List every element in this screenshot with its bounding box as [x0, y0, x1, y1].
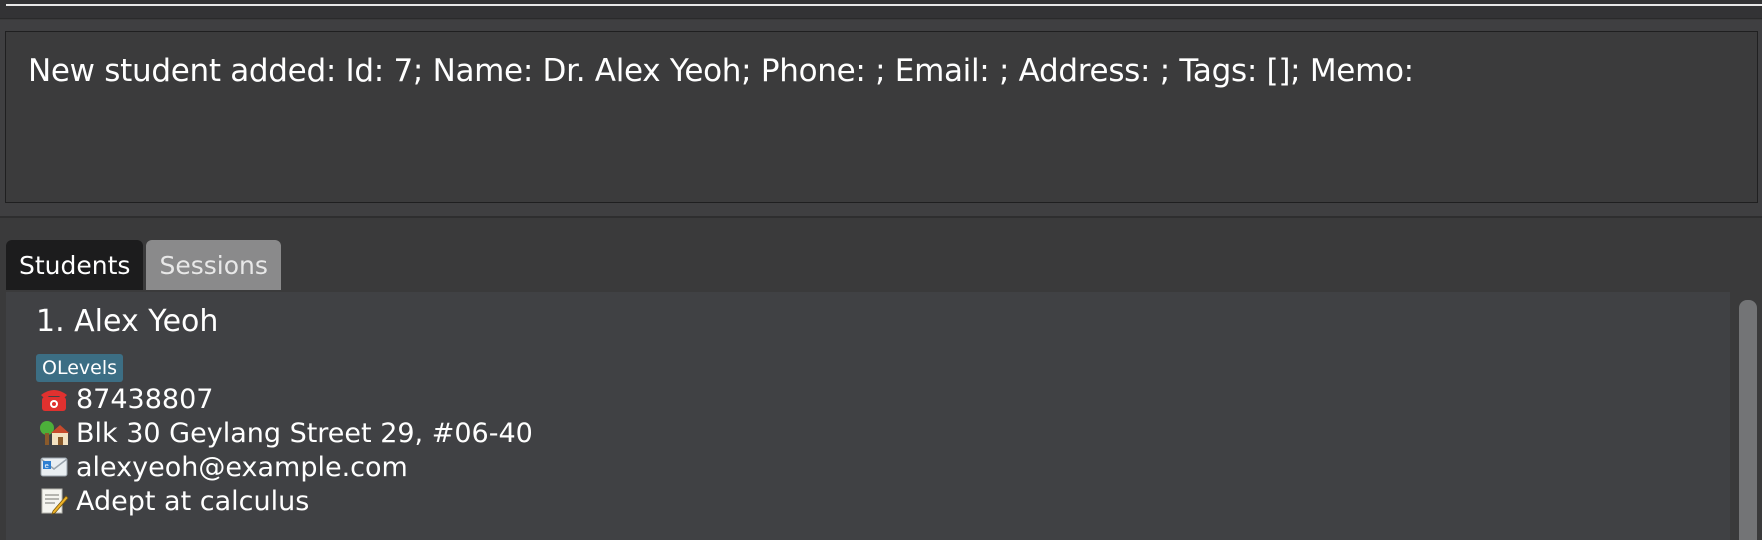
email-icon: e: [36, 452, 72, 482]
result-display[interactable]: New student added: Id: 7; Name: Dr. Alex…: [5, 31, 1758, 203]
app-window: New student added: Id: 7; Name: Dr. Alex…: [0, 0, 1762, 540]
result-display-panel: New student added: Id: 7; Name: Dr. Alex…: [0, 20, 1762, 216]
telephone-icon: [36, 384, 72, 414]
house-icon: [36, 418, 72, 448]
scrollbar-thumb[interactable]: [1739, 300, 1757, 540]
result-message: New student added: Id: 7; Name: Dr. Alex…: [28, 53, 1414, 89]
address-value: Blk 30 Geylang Street 29, #06-40: [76, 417, 533, 449]
phone-field: 87438807: [36, 382, 533, 416]
student-list: 1. Alex Yeoh OLevels 87438807 Blk 30 Gey…: [6, 292, 1730, 540]
command-box-border[interactable]: [6, 4, 1762, 6]
memo-icon: [36, 486, 72, 516]
split-divider[interactable]: [0, 216, 1762, 218]
memo-value: Adept at calculus: [76, 485, 310, 517]
memo-field: Adept at calculus: [36, 484, 533, 518]
menu-bar-area: [0, 0, 1762, 19]
tab-sessions[interactable]: Sessions: [146, 240, 281, 290]
email-value: alexyeoh@example.com: [76, 451, 408, 483]
phone-value: 87438807: [76, 383, 214, 415]
student-list-scrollbar[interactable]: [1733, 292, 1762, 540]
tag-badge: OLevels: [36, 354, 124, 382]
student-name: 1. Alex Yeoh: [36, 304, 219, 339]
tab-bar: Students Sessions: [6, 240, 284, 292]
svg-text:e: e: [45, 462, 49, 470]
address-field: Blk 30 Geylang Street 29, #06-40: [36, 416, 533, 450]
student-card[interactable]: 1. Alex Yeoh OLevels 87438807 Blk 30 Gey…: [36, 302, 533, 518]
tab-students[interactable]: Students: [6, 240, 144, 290]
email-field: e alexyeoh@example.com: [36, 450, 533, 484]
